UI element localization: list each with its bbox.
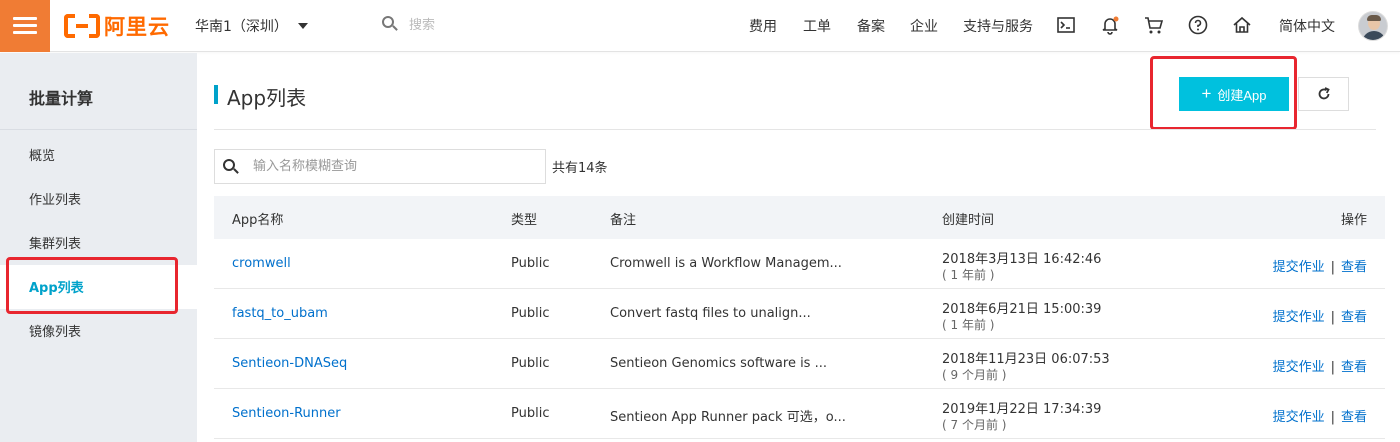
cart-icon[interactable] [1143, 14, 1165, 36]
view-link[interactable]: 查看 [1341, 360, 1367, 375]
row-actions: 提交作业 | 查看 [1273, 356, 1367, 375]
submit-job-link[interactable]: 提交作业 [1273, 260, 1325, 275]
row-actions: 提交作业 | 查看 [1273, 306, 1367, 325]
menu-icon[interactable] [0, 0, 50, 52]
search-icon [223, 159, 239, 175]
col-actions: 操作 [1340, 213, 1367, 228]
top-bar: 阿里云 华南1（深圳） 搜索 费用 工单 备案 企业 支持与服务 简体中文 [0, 0, 1400, 52]
created-time: 2019年1月22日 17:34:39 [942, 402, 1102, 417]
sidebar-title: 批量计算 [29, 89, 94, 108]
bell-icon[interactable] [1099, 14, 1121, 36]
search-icon [382, 15, 398, 32]
app-type: Public [511, 406, 550, 421]
row-actions: 提交作业 | 查看 [1273, 256, 1367, 275]
col-name: App名称 [232, 213, 284, 228]
sidebar-item-clusters[interactable]: 集群列表 [29, 233, 81, 252]
table-row: Sentieon-DNASeq Public Sentieon Genomics… [214, 339, 1385, 389]
table-header: App名称 类型 备注 创建时间 操作 [214, 196, 1385, 239]
app-name-link[interactable]: Sentieon-Runner [232, 406, 341, 421]
filter-box [214, 149, 546, 184]
sidebar-item-jobs[interactable]: 作业列表 [29, 189, 81, 208]
global-search[interactable]: 搜索 [382, 14, 435, 33]
aliyun-logo[interactable]: 阿里云 [64, 13, 170, 39]
row-actions: 提交作业 | 查看 [1273, 406, 1367, 425]
name-search-input[interactable] [253, 150, 543, 183]
app-name-link[interactable]: cromwell [232, 256, 291, 271]
nav-support[interactable]: 支持与服务 [963, 16, 1033, 36]
app-name-link[interactable]: fastq_to_ubam [232, 306, 328, 321]
region-label: 华南1（深圳） [195, 19, 288, 35]
terminal-icon[interactable] [1055, 14, 1077, 36]
action-separator: | [1330, 260, 1335, 275]
caret-down-icon [297, 23, 308, 29]
search-placeholder: 搜索 [409, 18, 436, 33]
help-icon[interactable] [1187, 14, 1209, 36]
col-created: 创建时间 [942, 213, 995, 228]
total-count: 共有14条 [552, 161, 608, 176]
created-ago: ( 1 年前 ) [942, 318, 995, 332]
aliyun-logo-mark [64, 14, 100, 38]
app-type: Public [511, 356, 550, 371]
avatar[interactable] [1358, 11, 1388, 41]
region-selector[interactable]: 华南1（深圳） [195, 16, 308, 36]
action-separator: | [1330, 410, 1335, 425]
action-separator: | [1330, 310, 1335, 325]
nav-tickets[interactable]: 工单 [803, 16, 831, 36]
logo-text: 阿里云 [104, 15, 170, 39]
sidebar-item-images[interactable]: 镜像列表 [29, 321, 81, 340]
created-ago: ( 1 年前 ) [942, 268, 995, 282]
app-name-link[interactable]: Sentieon-DNASeq [232, 356, 347, 371]
submit-job-link[interactable]: 提交作业 [1273, 410, 1325, 425]
col-note: 备注 [610, 213, 637, 228]
created-ago: ( 7 个月前 ) [942, 418, 1007, 432]
view-link[interactable]: 查看 [1341, 410, 1367, 425]
created-time: 2018年11月23日 06:07:53 [942, 352, 1110, 367]
table-row: Sentieon-Runner Public Sentieon App Runn… [214, 389, 1385, 439]
sidebar: 批量计算 概览 作业列表 集群列表 App列表 镜像列表 [0, 53, 197, 442]
highlight-sidebar-apps [6, 257, 178, 314]
app-note: Cromwell is a Workflow Managem... [610, 256, 842, 271]
sidebar-item-overview[interactable]: 概览 [29, 145, 55, 164]
app-note: Convert fastq files to unalign... [610, 306, 811, 321]
created-time: 2018年6月21日 15:00:39 [942, 302, 1102, 317]
nav-icp[interactable]: 备案 [857, 16, 885, 36]
created-time: 2018年3月13日 16:42:46 [942, 252, 1102, 267]
table-row: cromwell Public Cromwell is a Workflow M… [214, 239, 1385, 289]
refresh-icon [1318, 87, 1330, 100]
sidebar-divider [0, 129, 197, 130]
title-divider [214, 129, 1376, 130]
highlight-create-button [1150, 56, 1297, 130]
app-type: Public [511, 256, 550, 271]
language-switch[interactable]: 简体中文 [1279, 16, 1335, 36]
app-type: Public [511, 306, 550, 321]
created-ago: ( 9 个月前 ) [942, 368, 1007, 382]
nav-fees[interactable]: 费用 [749, 16, 777, 36]
table-row: fastq_to_ubam Public Convert fastq files… [214, 289, 1385, 339]
view-link[interactable]: 查看 [1341, 260, 1367, 275]
app-note: Sentieon Genomics software is ... [610, 356, 827, 371]
home-icon[interactable] [1231, 14, 1253, 36]
nav-enterprise[interactable]: 企业 [910, 16, 938, 36]
view-link[interactable]: 查看 [1341, 310, 1367, 325]
refresh-button[interactable] [1298, 77, 1349, 111]
submit-job-link[interactable]: 提交作业 [1273, 360, 1325, 375]
col-type: 类型 [511, 213, 538, 228]
app-note: Sentieon App Runner pack 可选，o... [610, 410, 846, 425]
action-separator: | [1330, 360, 1335, 375]
title-accent-bar [214, 85, 218, 104]
page-title: App列表 [227, 86, 307, 110]
submit-job-link[interactable]: 提交作业 [1273, 310, 1325, 325]
